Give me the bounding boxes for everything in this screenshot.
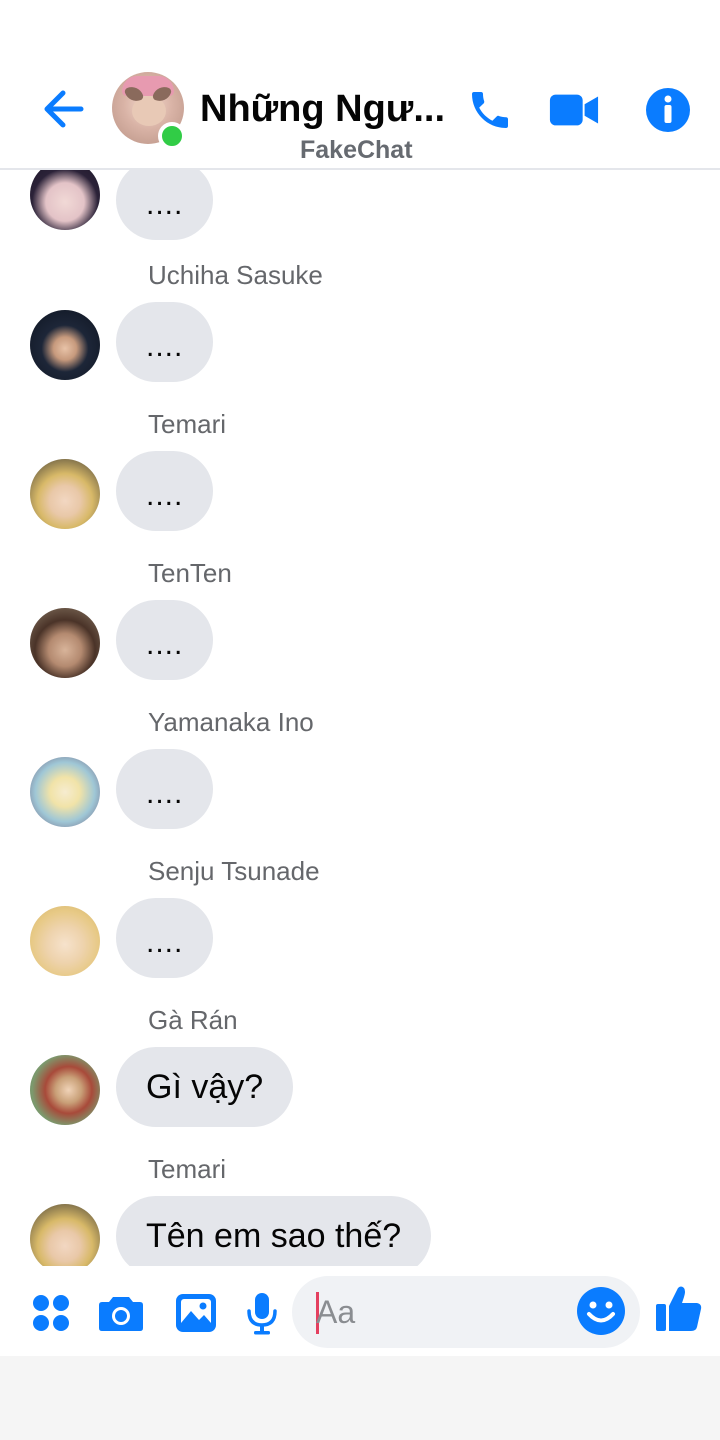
message-bubble[interactable]: .... — [116, 170, 214, 240]
voice-message-button[interactable] — [237, 1288, 287, 1338]
video-call-button[interactable] — [548, 84, 600, 136]
more-actions-button[interactable] — [26, 1288, 76, 1338]
chat-header: Những Ngư... FakeChat — [0, 66, 720, 170]
message-input-wrapper — [292, 1276, 640, 1348]
photo-icon — [176, 1294, 216, 1332]
message-bubble[interactable]: .... — [116, 749, 214, 829]
navigation-bar-area — [0, 1356, 720, 1440]
message-bubble[interactable]: .... — [116, 898, 214, 978]
chat-subtitle: FakeChat — [300, 136, 413, 164]
avatar[interactable] — [30, 608, 100, 678]
message-bubble[interactable]: .... — [116, 302, 214, 382]
gallery-button[interactable] — [171, 1288, 221, 1338]
sender-name: Yamanaka Ino — [148, 707, 314, 737]
video-camera-icon — [549, 94, 599, 126]
avatar[interactable] — [30, 1055, 100, 1125]
thumbs-up-icon — [656, 1286, 702, 1331]
chat-title[interactable]: Những Ngư... — [200, 88, 450, 131]
online-status-dot — [158, 122, 186, 150]
sender-name: Senju Tsunade — [148, 856, 320, 886]
sender-name: TenTen — [148, 558, 232, 588]
like-button[interactable] — [654, 1284, 704, 1334]
message-list[interactable]: .... Uchiha Sasuke .... Temari .... TenT… — [0, 170, 720, 1266]
back-button[interactable] — [38, 86, 88, 132]
emoji-icon — [577, 1287, 625, 1335]
avatar[interactable] — [30, 170, 100, 230]
camera-button[interactable] — [96, 1288, 146, 1338]
message-input[interactable] — [316, 1276, 566, 1348]
emoji-button[interactable] — [576, 1286, 626, 1336]
message-bubble[interactable]: Tên em sao thế? — [116, 1196, 432, 1266]
sender-name: Gà Rán — [148, 1005, 238, 1035]
message-bubble[interactable]: .... — [116, 451, 214, 531]
sender-name: Temari — [148, 1154, 227, 1184]
sender-name: Uchiha Sasuke — [148, 260, 323, 290]
avatar[interactable] — [30, 310, 100, 380]
avatar[interactable] — [30, 459, 100, 529]
microphone-icon — [247, 1293, 277, 1335]
call-button[interactable] — [464, 84, 516, 136]
message-composer — [0, 1266, 720, 1356]
phone-icon — [472, 92, 508, 128]
message-bubble[interactable]: Gì vậy? — [116, 1047, 294, 1127]
avatar[interactable] — [30, 1204, 100, 1266]
message-bubble[interactable]: .... — [116, 600, 214, 680]
avatar[interactable] — [30, 906, 100, 976]
info-button[interactable] — [642, 84, 694, 136]
camera-icon — [99, 1297, 143, 1331]
apps-grid-icon — [33, 1295, 69, 1331]
arrow-left-icon — [44, 90, 84, 128]
info-icon — [646, 88, 690, 132]
avatar[interactable] — [30, 757, 100, 827]
sender-name: Temari — [148, 409, 227, 439]
status-bar — [0, 0, 720, 66]
